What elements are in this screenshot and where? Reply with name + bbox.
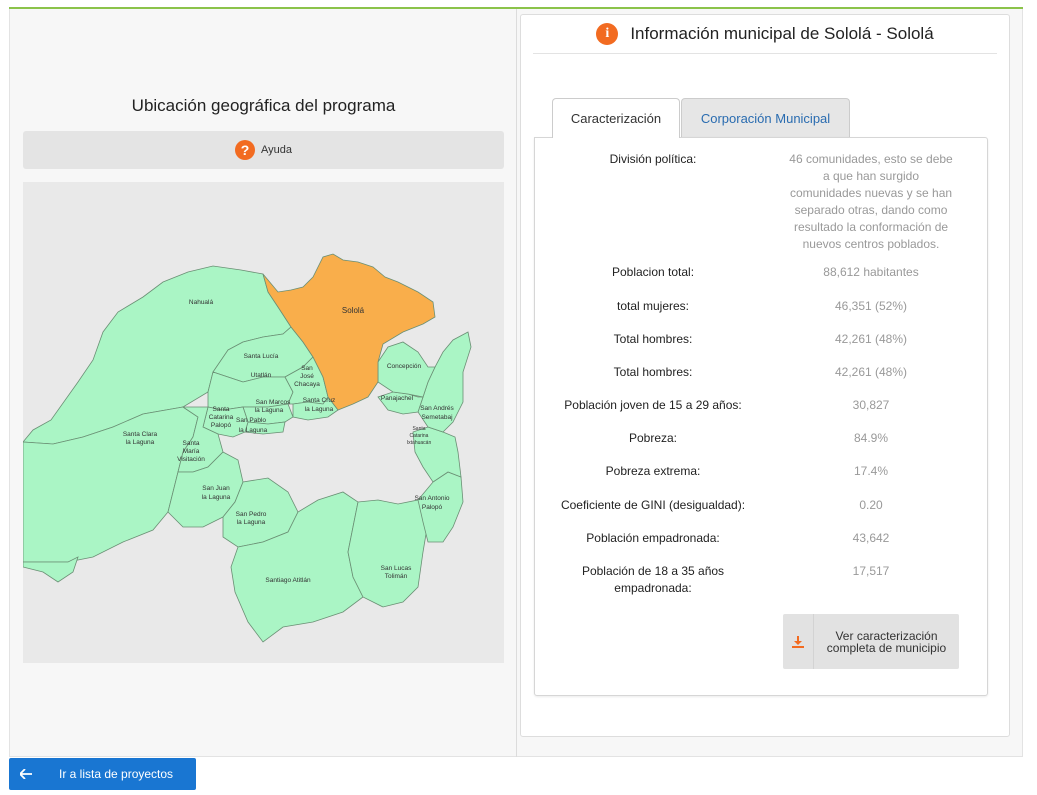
info-row-poblacion: Poblacion total: 88,612 habitantes	[535, 264, 989, 281]
map-title: Ubicación geográfica del programa	[131, 96, 396, 115]
row-label: total mujeres:	[616, 299, 690, 313]
map-panel: Ubicación geográfica del programa ? Ayud…	[9, 9, 516, 757]
row-value: 30,827	[852, 398, 890, 412]
svg-text:Chacaya: Chacaya	[294, 381, 320, 388]
row-label: Población joven de 15 a 29 años:	[564, 398, 742, 412]
info-row-pobreza-extrema: Pobreza extrema: 17.4%	[535, 463, 989, 480]
card-title: Información municipal de Sololá - Sololá	[630, 24, 934, 43]
svg-text:Santa Cruz: Santa Cruz	[303, 397, 336, 404]
svg-text:Santa Clara: Santa Clara	[123, 431, 158, 438]
svg-text:la Laguna: la Laguna	[239, 427, 268, 434]
svg-text:Santa: Santa	[213, 406, 230, 413]
svg-text:San Pedro: San Pedro	[236, 511, 267, 518]
row-label: Población empadronada:	[586, 531, 720, 545]
info-row-empadronada: Población empadronada: 43,642	[535, 530, 989, 547]
info-row-mujeres: total mujeres: 46,351 (52%)	[535, 298, 989, 315]
svg-text:Nahualá: Nahualá	[189, 299, 214, 306]
svg-text:María: María	[183, 448, 200, 455]
municipality-map[interactable]: Nahualá Sololá Santa Lucía Utatlán San J…	[23, 182, 504, 663]
info-row-joven: Población joven de 15 a 29 años: 30,827	[535, 397, 989, 414]
row-label: Total hombres:	[613, 332, 693, 346]
info-row-gini: Coeficiente de GINI (desigualdad): 0.20	[535, 497, 989, 514]
card-header: i Información municipal de Sololá - Solo…	[533, 15, 997, 54]
svg-text:Catarina: Catarina	[410, 433, 429, 439]
info-row-hombres-2: Total hombres: 42,261 (48%)	[535, 364, 989, 381]
back-to-projects-button[interactable]: Ir a lista de proyectos	[9, 758, 196, 790]
download-icon	[783, 614, 814, 669]
tab-corporacion-municipal[interactable]: Corporación Municipal	[681, 98, 850, 137]
row-value: 42,261 (48%)	[834, 332, 908, 346]
svg-text:Ixtahuacán: Ixtahuacán	[407, 440, 432, 446]
row-value: 43,642	[852, 531, 890, 545]
question-icon: ?	[235, 140, 255, 160]
row-label: Población de 18 a 35 años empadronada:	[581, 564, 725, 595]
help-button[interactable]: ? Ayuda	[23, 131, 504, 169]
svg-text:Catarina: Catarina	[209, 414, 234, 421]
tab-panel-caracterizacion: División política: 46 comunidades, esto …	[534, 137, 988, 696]
svg-text:San: San	[301, 365, 313, 372]
svg-text:San Antonio: San Antonio	[414, 495, 449, 502]
row-value: 88,612 habitantes	[823, 265, 919, 279]
svg-text:la Laguna: la Laguna	[237, 519, 266, 526]
svg-text:Santa Lucía: Santa Lucía	[244, 353, 279, 360]
svg-text:San Pablo: San Pablo	[236, 417, 266, 424]
tab-caracterizacion[interactable]: Caracterización	[552, 98, 680, 138]
svg-text:Semetabaj: Semetabaj	[421, 414, 452, 421]
info-row-division: División política: 46 comunidades, esto …	[535, 151, 989, 253]
svg-text:la Laguna: la Laguna	[202, 494, 231, 501]
svg-text:San Marcos: San Marcos	[256, 399, 291, 406]
help-label: Ayuda	[261, 144, 292, 156]
region-san-lucas	[347, 499, 429, 608]
row-label: Pobreza:	[628, 431, 678, 445]
row-value: 0.20	[859, 498, 883, 512]
row-value: 46,351 (52%)	[834, 299, 908, 313]
svg-text:Utatlán: Utatlán	[251, 372, 272, 379]
svg-text:José: José	[300, 373, 314, 380]
row-value: 42,261 (48%)	[834, 365, 908, 379]
svg-text:Visitación: Visitación	[177, 456, 205, 463]
svg-text:Sololá: Sololá	[342, 306, 365, 315]
svg-text:la Laguna: la Laguna	[126, 439, 155, 446]
svg-text:San Juan: San Juan	[202, 485, 230, 492]
info-row-pobreza: Pobreza: 84.9%	[535, 430, 989, 447]
info-row-empadronada-18-35: Población de 18 a 35 años empadronada: 1…	[535, 563, 989, 597]
row-value: 17,517	[852, 564, 890, 578]
svg-text:Tolimán: Tolimán	[385, 573, 408, 580]
svg-text:Palopó: Palopó	[422, 504, 443, 511]
row-label: Total hombres:	[613, 365, 693, 379]
svg-text:Santiago Atitlán: Santiago Atitlán	[265, 577, 311, 584]
svg-text:la Laguna: la Laguna	[255, 407, 284, 414]
svg-text:Concepción: Concepción	[387, 363, 422, 370]
svg-text:San Andrés: San Andrés	[420, 405, 454, 412]
download-label: Ver caracterización completa de municipi…	[826, 628, 947, 655]
row-value: 46 comunidades, esto se debe a que han s…	[789, 152, 953, 251]
download-characterization-button[interactable]: Ver caracterización completa de municipi…	[783, 614, 959, 669]
row-label: Poblacion total:	[611, 265, 695, 279]
map-svg[interactable]: Nahualá Sololá Santa Lucía Utatlán San J…	[23, 182, 504, 663]
info-row-hombres: Total hombres: 42,261 (48%)	[535, 331, 989, 348]
svg-text:Palopó: Palopó	[211, 422, 232, 429]
arrow-left-icon	[9, 769, 43, 779]
info-icon: i	[596, 23, 619, 45]
svg-text:la Laguna: la Laguna	[305, 406, 334, 413]
municipal-info-card: i Información municipal de Sololá - Solo…	[520, 14, 1010, 737]
row-label: Pobreza extrema:	[605, 464, 701, 478]
svg-text:Panajachel: Panajachel	[381, 395, 414, 402]
row-value: 17.4%	[853, 464, 889, 478]
back-label: Ir a lista de proyectos	[59, 767, 174, 781]
row-label: Coeficiente de GINI (desigualdad):	[560, 498, 746, 512]
row-value: 84.9%	[853, 431, 889, 445]
row-label: División política:	[609, 152, 697, 166]
svg-text:Santa: Santa	[183, 440, 200, 447]
svg-text:Santa: Santa	[412, 426, 425, 432]
svg-text:San Lucas: San Lucas	[381, 565, 412, 572]
